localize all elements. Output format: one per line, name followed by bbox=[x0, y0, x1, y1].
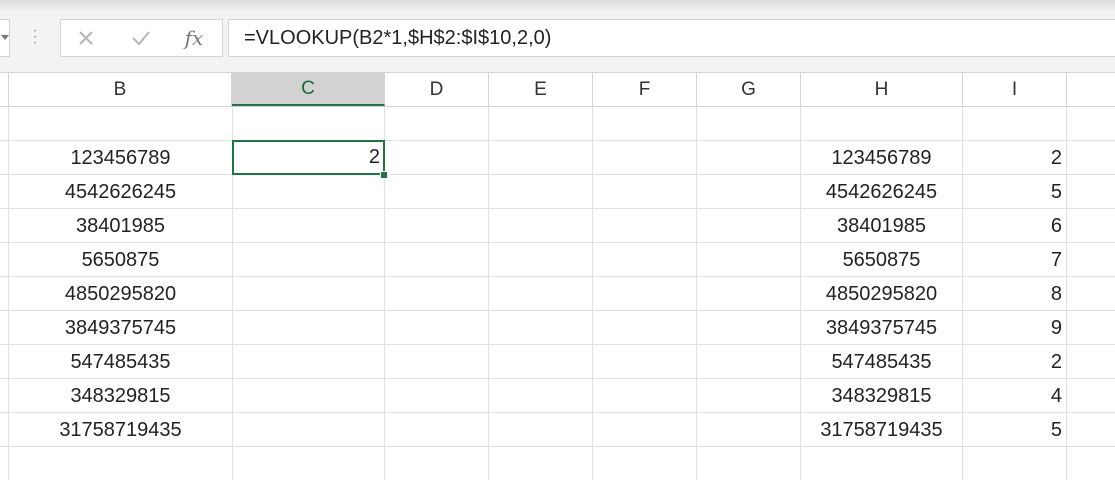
cell-i7[interactable]: 9 bbox=[963, 311, 1066, 345]
formula-buttons: fx bbox=[60, 19, 223, 57]
row-header-corner[interactable] bbox=[0, 73, 9, 106]
cell-b9[interactable]: 348329815 bbox=[9, 379, 232, 413]
cell-i9[interactable]: 4 bbox=[963, 379, 1066, 413]
cell-b3[interactable]: 4542626245 bbox=[9, 175, 232, 209]
name-box[interactable] bbox=[0, 19, 10, 57]
window-top-strip bbox=[0, 0, 1115, 10]
active-cell-c2[interactable]: 2 bbox=[232, 140, 385, 175]
column-header-f[interactable]: F bbox=[593, 73, 697, 106]
chevron-down-icon[interactable] bbox=[1, 35, 9, 40]
fx-icon: fx bbox=[184, 26, 204, 50]
column-header-i[interactable]: I bbox=[963, 73, 1067, 106]
cell-h4[interactable]: 38401985 bbox=[801, 209, 962, 243]
column-header-row: B C D E F G H I bbox=[0, 72, 1115, 107]
close-icon[interactable] bbox=[71, 24, 101, 52]
cell-h5[interactable]: 5650875 bbox=[801, 243, 962, 277]
drag-handle-icon[interactable]: · · · bbox=[30, 23, 40, 51]
cell-i8[interactable]: 2 bbox=[963, 345, 1066, 379]
column-header-g[interactable]: G bbox=[697, 73, 801, 106]
cell-h7[interactable]: 3849375745 bbox=[801, 311, 962, 345]
column-header-e[interactable]: E bbox=[489, 73, 593, 106]
cell-b6[interactable]: 4850295820 bbox=[9, 277, 232, 311]
check-icon[interactable] bbox=[126, 24, 156, 52]
fill-handle[interactable] bbox=[380, 171, 388, 179]
column-header-c[interactable]: C bbox=[232, 73, 385, 106]
cell-i6[interactable]: 8 bbox=[963, 277, 1066, 311]
cell-i2[interactable]: 2 bbox=[963, 141, 1066, 175]
formula-bar-area: · · · fx =VLOOKUP(B2*1,$H$2:$I$10,2,0) bbox=[0, 10, 1115, 72]
cell-b10[interactable]: 31758719435 bbox=[9, 413, 232, 447]
cell-b4[interactable]: 38401985 bbox=[9, 209, 232, 243]
cell-b8[interactable]: 547485435 bbox=[9, 345, 232, 379]
column-header-h[interactable]: H bbox=[801, 73, 963, 106]
cell-i10[interactable]: 5 bbox=[963, 413, 1066, 447]
cell-b7[interactable]: 3849375745 bbox=[9, 311, 232, 345]
cell-h6[interactable]: 4850295820 bbox=[801, 277, 962, 311]
cell-b5[interactable]: 5650875 bbox=[9, 243, 232, 277]
cell-h3[interactable]: 4542626245 bbox=[801, 175, 962, 209]
cell-h9[interactable]: 348329815 bbox=[801, 379, 962, 413]
formula-input[interactable]: =VLOOKUP(B2*1,$H$2:$I$10,2,0) bbox=[228, 19, 1115, 57]
cell-b2[interactable]: 123456789 bbox=[9, 141, 232, 175]
cell-i5[interactable]: 7 bbox=[963, 243, 1066, 277]
column-header-b[interactable]: B bbox=[9, 73, 232, 106]
column-header-d[interactable]: D bbox=[385, 73, 489, 106]
column-header-j[interactable] bbox=[1067, 73, 1115, 106]
cell-h10[interactable]: 31758719435 bbox=[801, 413, 962, 447]
worksheet-grid[interactable]: 123456789 4542626245 38401985 5650875 48… bbox=[0, 107, 1115, 480]
insert-function-button[interactable]: fx bbox=[179, 24, 209, 52]
cell-h8[interactable]: 547485435 bbox=[801, 345, 962, 379]
cell-i4[interactable]: 6 bbox=[963, 209, 1066, 243]
cell-i3[interactable]: 5 bbox=[963, 175, 1066, 209]
cell-h2[interactable]: 123456789 bbox=[801, 141, 962, 175]
